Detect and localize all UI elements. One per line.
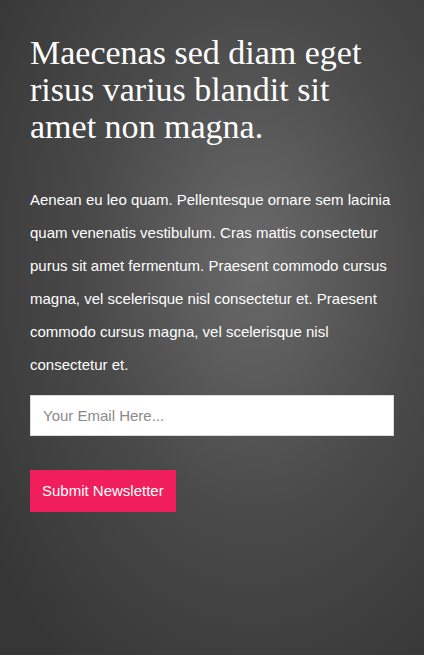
submit-button[interactable]: Submit Newsletter (30, 470, 176, 512)
section-heading: Maecenas sed diam eget risus varius blan… (30, 34, 380, 145)
newsletter-form: Submit Newsletter (30, 395, 394, 512)
email-input[interactable] (30, 395, 394, 436)
newsletter-section: Maecenas sed diam eget risus varius blan… (0, 0, 424, 655)
section-text: Aenean eu leo quam. Pellentesque ornare … (30, 183, 394, 381)
